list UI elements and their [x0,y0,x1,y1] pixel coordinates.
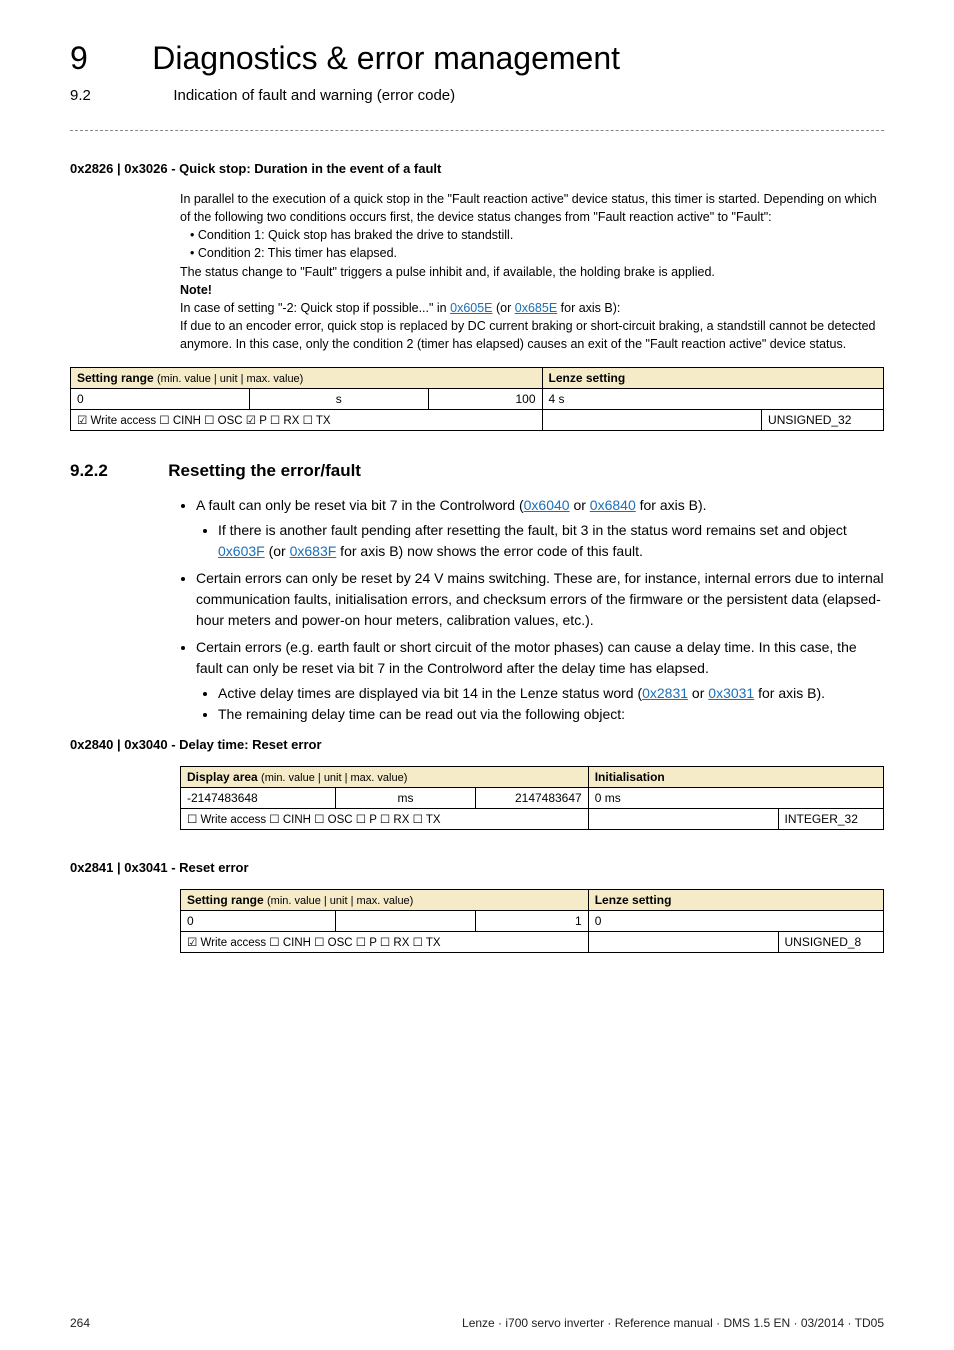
link-0x6040[interactable]: 0x6040 [524,497,570,513]
list-subitem: The remaining delay time can be read out… [218,704,884,725]
text-span: (or [265,543,290,559]
desc-line: The status change to "Fault" triggers a … [180,263,884,281]
list-item: Certain errors can only be reset by 24 V… [196,568,884,631]
list-item: A fault can only be reset via bit 7 in t… [196,495,884,562]
text-span: for axis B). [636,497,707,513]
text-span: or [570,497,590,513]
subsection-number: 9.2.2 [70,461,108,481]
cell-access: ☑ Write access ☐ CINH ☐ OSC ☐ P ☐ RX ☐ T… [181,932,589,953]
param-heading: 0x2841 | 0x3041 - Reset error [70,860,884,875]
text-span: or [688,685,708,701]
link-0x685E[interactable]: 0x685E [515,301,557,315]
desc-line: In case of setting "-2: Quick stop if po… [180,299,884,317]
hdr-label: Setting range [187,893,267,907]
footer-legal: Lenze · i700 servo inverter · Reference … [462,1316,884,1330]
cell-min: 0 [181,911,336,932]
cell-unit [335,911,476,932]
cell-setting: 0 [588,911,883,932]
text-span: for axis B). [754,685,825,701]
body-list: A fault can only be reset via bit 7 in t… [180,495,884,725]
hdr-sub: (min. value | unit | max. value) [261,772,407,784]
table-header-right: Lenze setting [542,368,883,389]
param-description: In parallel to the execution of a quick … [180,190,884,353]
link-0x6840[interactable]: 0x6840 [590,497,636,513]
cell-setting: 4 s [542,389,883,410]
param-table: Setting range (min. value | unit | max. … [70,367,884,431]
param-table: Setting range (min. value | unit | max. … [180,889,884,953]
text-span: In case of setting "-2: Quick stop if po… [180,301,450,315]
desc-line: If due to an encoder error, quick stop i… [180,317,884,353]
table-header-right: Initialisation [588,767,883,788]
text-span: A fault can only be reset via bit 7 in t… [196,497,524,513]
note-label: Note! [180,281,884,299]
table-header-left: Setting range (min. value | unit | max. … [181,890,589,911]
text-span: for axis B) now shows the error code of … [336,543,643,559]
chapter-header: 9 Diagnostics & error management [70,40,884,77]
section-header: 9.2 Indication of fault and warning (err… [70,77,884,105]
cell-blank [588,932,778,953]
list-subitem: If there is another fault pending after … [218,520,884,562]
param-table: Display area (min. value | unit | max. v… [180,766,884,830]
page-footer: 264 Lenze · i700 servo inverter · Refere… [70,1316,884,1330]
cell-unit: s [249,389,428,410]
table-header-right: Lenze setting [588,890,883,911]
cell-dtype: INTEGER_32 [778,809,883,830]
chapter-number: 9 [70,40,88,77]
text-span: If there is another fault pending after … [218,522,847,538]
section-number: 9.2 [70,87,91,104]
cell-setting: 0 ms [588,788,883,809]
cell-max: 2147483647 [476,788,588,809]
link-0x603F[interactable]: 0x603F [218,543,265,559]
desc-bullet: • Condition 1: Quick stop has braked the… [190,226,884,244]
text-span: Active delay times are displayed via bit… [218,685,642,701]
subsection-header: 9.2.2 Resetting the error/fault [70,461,884,481]
link-0x683F[interactable]: 0x683F [290,543,337,559]
hdr-label: Setting range [77,371,157,385]
cell-min: 0 [71,389,250,410]
hdr-label: Display area [187,770,261,784]
table-header-left: Setting range (min. value | unit | max. … [71,368,543,389]
subsection-title: Resetting the error/fault [168,461,361,481]
cell-access: ☐ Write access ☐ CINH ☐ OSC ☐ P ☐ RX ☐ T… [181,809,589,830]
cell-min: -2147483648 [181,788,336,809]
cell-dtype: UNSIGNED_8 [778,932,883,953]
text-span: for axis B): [557,301,620,315]
param-heading: 0x2826 | 0x3026 - Quick stop: Duration i… [70,161,884,176]
cell-dtype: UNSIGNED_32 [762,410,884,431]
cell-unit: ms [335,788,476,809]
text-span: (or [493,301,515,315]
section-title: Indication of fault and warning (error c… [173,87,455,104]
divider [70,130,884,131]
text-span: Certain errors (e.g. earth fault or shor… [196,639,857,676]
cell-max: 100 [428,389,542,410]
cell-access: ☑ Write access ☐ CINH ☐ OSC ☑ P ☐ RX ☐ T… [71,410,543,431]
cell-blank [542,410,762,431]
list-item: Certain errors (e.g. earth fault or shor… [196,637,884,725]
desc-bullet: • Condition 2: This timer has elapsed. [190,244,884,262]
hdr-sub: (min. value | unit | max. value) [267,895,413,907]
hdr-sub: (min. value | unit | max. value) [157,373,303,385]
cell-blank [588,809,778,830]
cell-max: 1 [476,911,588,932]
chapter-title: Diagnostics & error management [152,40,620,77]
desc-line: In parallel to the execution of a quick … [180,190,884,226]
table-header-left: Display area (min. value | unit | max. v… [181,767,589,788]
link-0x605E[interactable]: 0x605E [450,301,492,315]
link-0x3031[interactable]: 0x3031 [708,685,754,701]
list-subitem: Active delay times are displayed via bit… [218,683,884,704]
link-0x2831[interactable]: 0x2831 [642,685,688,701]
page-number: 264 [70,1316,90,1330]
param-heading: 0x2840 | 0x3040 - Delay time: Reset erro… [70,737,884,752]
